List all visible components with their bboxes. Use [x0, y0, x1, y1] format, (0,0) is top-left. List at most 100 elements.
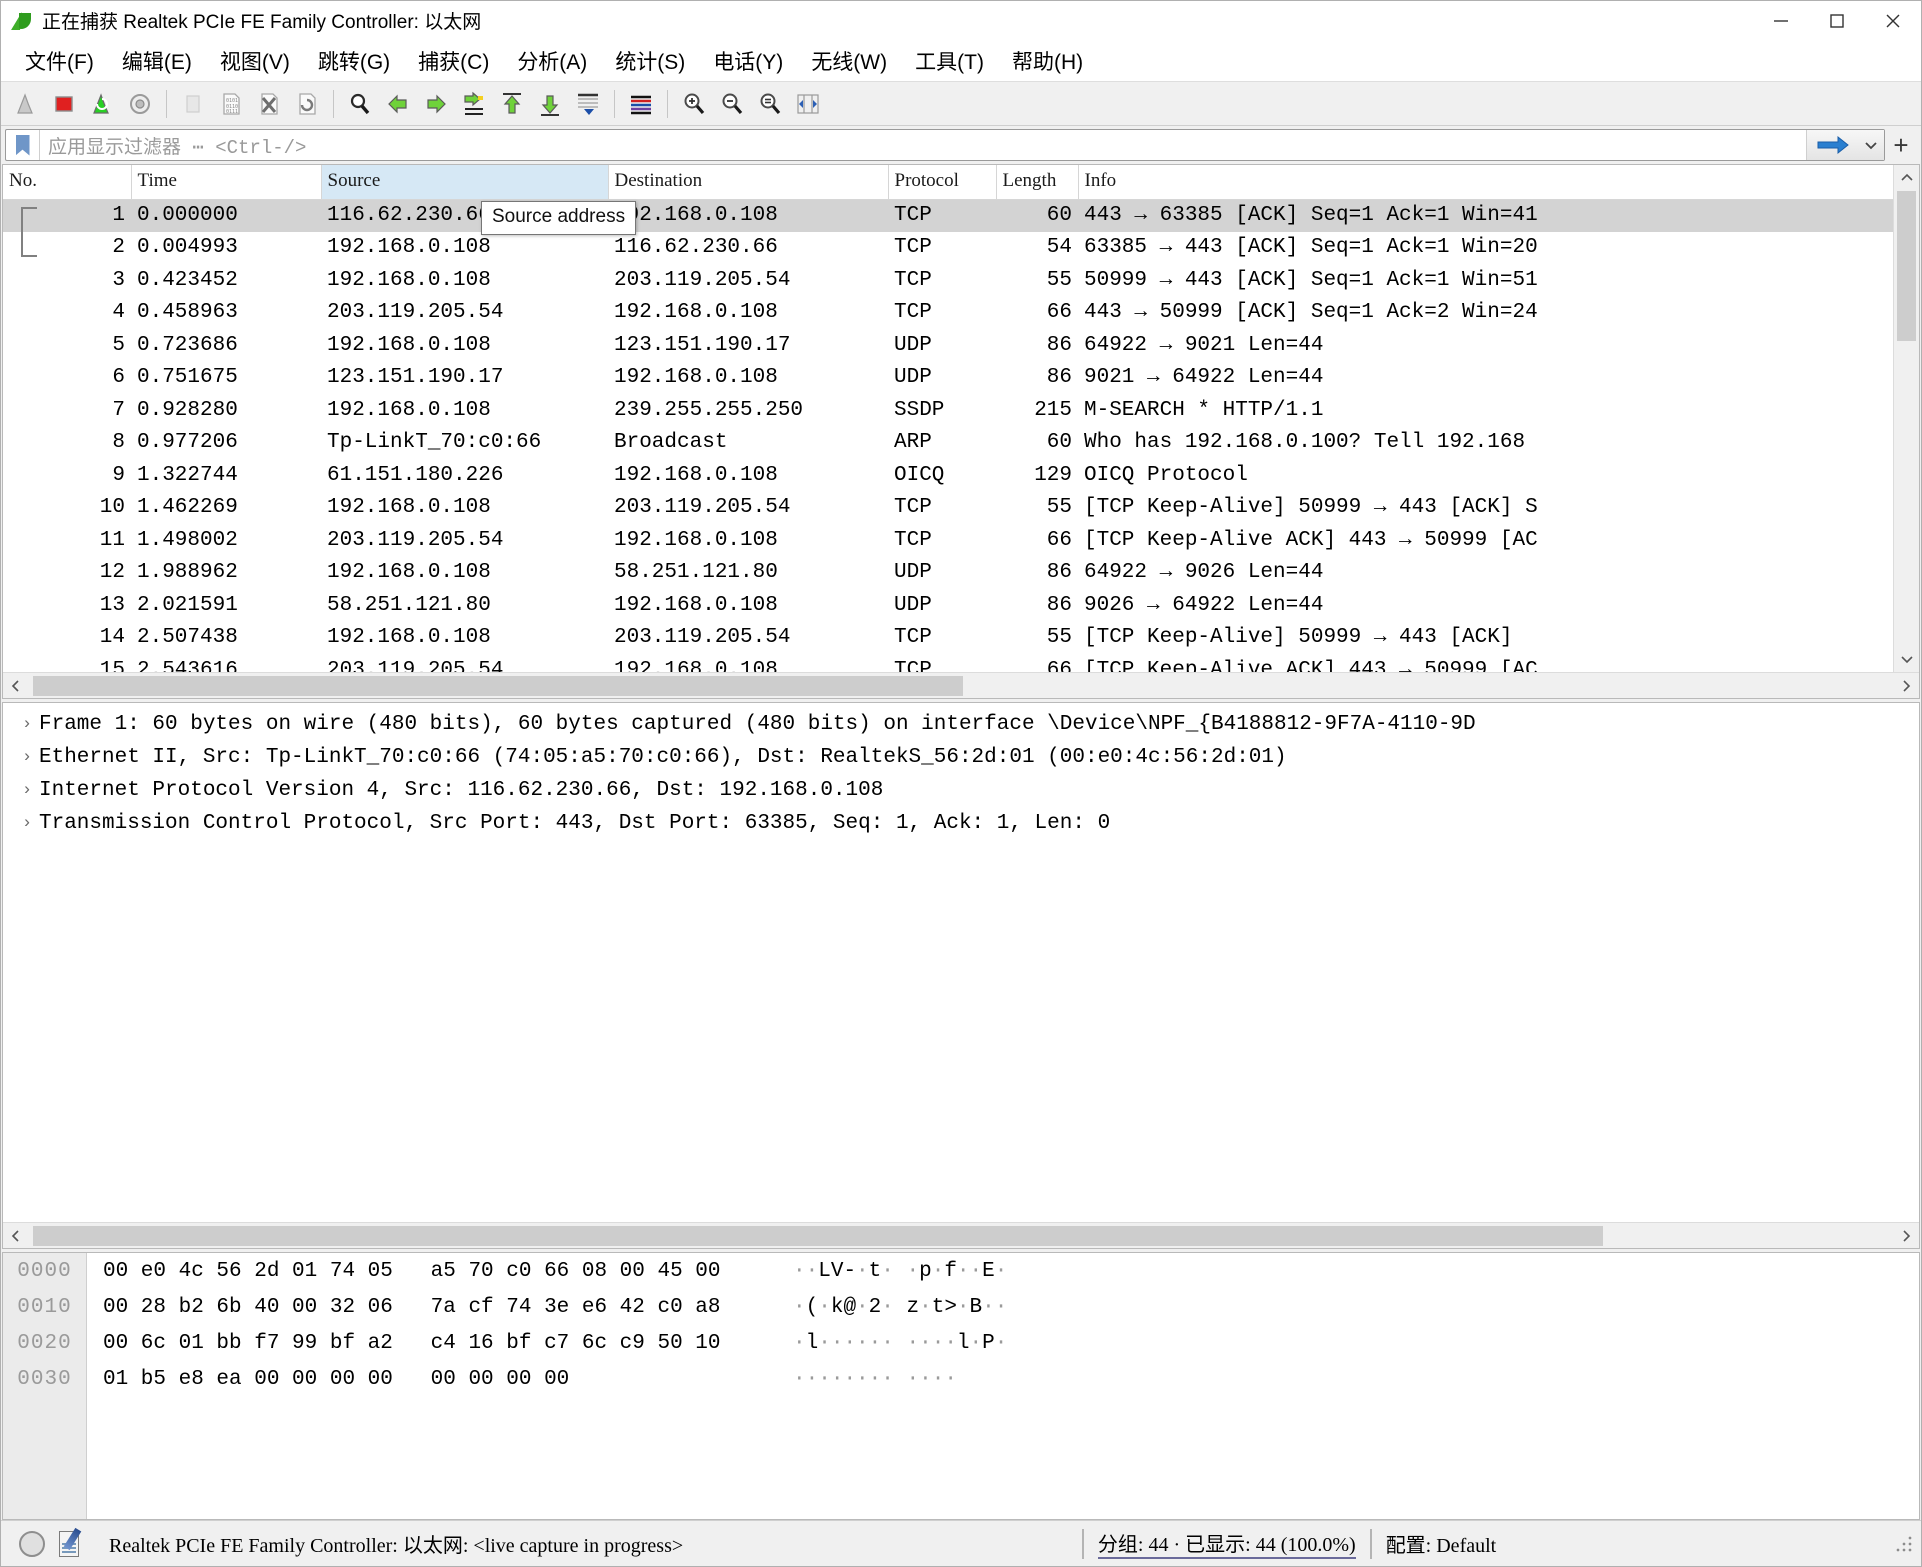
scroll-left-icon[interactable]	[3, 1223, 29, 1249]
profile-text[interactable]: 配置: Default	[1386, 1529, 1497, 1558]
scroll-left-icon[interactable]	[3, 673, 29, 699]
menu-edit[interactable]: 编辑(E)	[108, 43, 206, 79]
reload-file-icon[interactable]	[288, 85, 326, 123]
chevron-right-icon[interactable]: ›	[15, 781, 39, 800]
zoom-out-icon[interactable]	[713, 85, 751, 123]
capture-file-icon[interactable]	[59, 1527, 87, 1559]
scroll-right-icon[interactable]	[1893, 1223, 1919, 1249]
column-header-destination[interactable]: Destination	[608, 165, 889, 200]
menu-telephony[interactable]: 电话(Y)	[699, 43, 797, 79]
packet-row[interactable]: 14 2.507438 192.168.0.108 203.119.205.54 TCP…	[3, 622, 1893, 655]
column-header-time[interactable]: Time	[131, 165, 322, 200]
close-button[interactable]	[1865, 1, 1921, 41]
menu-file[interactable]: 文件(F)	[11, 43, 108, 79]
column-header-no[interactable]: No.	[3, 165, 132, 200]
detail-tree-item[interactable]: › Internet Protocol Version 4, Src: 116.6…	[3, 774, 1919, 807]
packet-row[interactable]: 8 0.977206 Tp-LinkT_70:c0:66 Broadcast ARP 60…	[3, 427, 1893, 460]
go-first-icon[interactable]	[493, 85, 531, 123]
maximize-button[interactable]	[1809, 1, 1865, 41]
restart-capture-icon[interactable]	[83, 85, 121, 123]
packet-row[interactable]: 2 0.004993 192.168.0.108 116.62.230.66 TCP 54…	[3, 232, 1893, 265]
find-packet-icon[interactable]	[341, 85, 379, 123]
go-to-packet-icon[interactable]	[455, 85, 493, 123]
vscroll-thumb[interactable]	[1897, 191, 1916, 341]
main-toolbar: 0101 0110 0111	[1, 81, 1921, 126]
go-forward-icon[interactable]	[417, 85, 455, 123]
packet-list-vscrollbar[interactable]	[1893, 165, 1919, 672]
zoom-reset-icon[interactable]	[751, 85, 789, 123]
menu-wireless[interactable]: 无线(W)	[797, 43, 901, 79]
scroll-right-icon[interactable]	[1893, 673, 1919, 699]
menu-go[interactable]: 跳转(G)	[304, 43, 404, 79]
go-last-icon[interactable]	[531, 85, 569, 123]
chevron-right-icon[interactable]: ›	[15, 715, 39, 734]
packet-row[interactable]: 10 1.462269 192.168.0.108 203.119.205.54 TCP…	[3, 492, 1893, 525]
menu-tools[interactable]: 工具(T)	[901, 43, 998, 79]
hex-dump-area[interactable]: 00 e0 4c 56 2d 01 74 05 a5 70 c0 66 08 0…	[87, 1253, 1919, 1519]
packet-no: 14	[99, 626, 125, 650]
chevron-right-icon[interactable]: ›	[15, 748, 39, 767]
colorize-icon[interactable]	[622, 85, 660, 123]
hscroll-track[interactable]	[29, 673, 1893, 699]
packet-list-hscrollbar[interactable]	[3, 672, 1919, 698]
minimize-button[interactable]	[1753, 1, 1809, 41]
menu-capture[interactable]: 捕获(C)	[404, 43, 503, 79]
plus-icon[interactable]: +	[1885, 129, 1917, 161]
resize-grip-icon[interactable]	[1895, 1533, 1915, 1554]
packet-row[interactable]: 6 0.751675 123.151.190.17 192.168.0.108 UDP 8…	[3, 362, 1893, 395]
packet-row[interactable]: 15 2.543616 203.119.205.54 192.168.0.108 TCP…	[3, 654, 1893, 672]
open-file-icon[interactable]	[174, 85, 212, 123]
column-header-protocol[interactable]: Protocol	[888, 165, 997, 200]
hex-row[interactable]: 00 6c 01 bb f7 99 bf a2 c4 16 bf c7 6c c…	[103, 1332, 1919, 1368]
close-file-icon[interactable]	[250, 85, 288, 123]
packet-row[interactable]: 12 1.988962 192.168.0.108 58.251.121.80 UDP 8…	[3, 557, 1893, 590]
menu-view[interactable]: 视图(V)	[206, 43, 304, 79]
packet-length: 129	[1034, 463, 1072, 487]
hex-row[interactable]: 00 28 b2 6b 40 00 32 06 7a cf 74 3e e6 4…	[103, 1296, 1919, 1332]
resize-columns-icon[interactable]	[789, 85, 827, 123]
detail-tree-item[interactable]: › Ethernet II, Src: Tp-LinkT_70:c0:66 (74…	[3, 741, 1919, 774]
title-bar: 正在捕获 Realtek PCIe FE Family Controller: …	[1, 1, 1921, 41]
menu-statistics[interactable]: 统计(S)	[601, 43, 699, 79]
hscroll-thumb[interactable]	[33, 1225, 1603, 1246]
hscroll-thumb[interactable]	[33, 675, 963, 696]
filter-input[interactable]: 应用显示过滤器 ⋯ <Ctrl-/>	[40, 132, 1806, 159]
capture-options-icon[interactable]	[121, 85, 159, 123]
packet-row[interactable]: 1 0.000000 116.62.230.66 192.168.0.108 TCP 60…	[3, 199, 1893, 232]
packet-details-hscrollbar[interactable]	[3, 1222, 1919, 1248]
packet-list-viewport[interactable]: No. Time Source Destination Protocol Len…	[3, 165, 1893, 672]
column-header-source[interactable]: Source	[321, 165, 609, 200]
packet-row[interactable]: 5 0.723686 192.168.0.108 123.151.190.17 UDP 8…	[3, 329, 1893, 362]
chevron-right-icon[interactable]: ›	[15, 814, 39, 833]
detail-tree-item[interactable]: › Frame 1: 60 bytes on wire (480 bits), 6…	[3, 708, 1919, 741]
save-file-icon[interactable]: 0101 0110 0111	[212, 85, 250, 123]
packet-row[interactable]: 9 1.322744 61.151.180.226 192.168.0.108 OICQ…	[3, 459, 1893, 492]
scroll-up-icon[interactable]	[1894, 165, 1919, 191]
auto-scroll-icon[interactable]	[569, 85, 607, 123]
stop-capture-icon[interactable]	[45, 85, 83, 123]
zoom-in-icon[interactable]	[675, 85, 713, 123]
packet-row[interactable]: 11 1.498002 203.119.205.54 192.168.0.108 TCP…	[3, 524, 1893, 557]
packet-row[interactable]: 13 2.021591 58.251.121.80 192.168.0.108 UDP 8…	[3, 589, 1893, 622]
scroll-down-icon[interactable]	[1894, 646, 1919, 672]
hex-row[interactable]: 00 e0 4c 56 2d 01 74 05 a5 70 c0 66 08 0…	[103, 1260, 1919, 1296]
filter-input-container[interactable]: 应用显示过滤器 ⋯ <Ctrl-/>	[5, 129, 1885, 161]
packet-row[interactable]: 3 0.423452 192.168.0.108 203.119.205.54 TCP 5…	[3, 264, 1893, 297]
vscroll-track[interactable]	[1894, 191, 1919, 646]
packet-details-tree[interactable]: › Frame 1: 60 bytes on wire (480 bits), 6…	[3, 703, 1919, 1222]
menu-help[interactable]: 帮助(H)	[998, 43, 1097, 79]
hscroll-track[interactable]	[29, 1223, 1893, 1249]
go-back-icon[interactable]	[379, 85, 417, 123]
packet-row[interactable]: 4 0.458963 203.119.205.54 192.168.0.108 TCP 6…	[3, 297, 1893, 330]
column-header-length[interactable]: Length	[996, 165, 1079, 200]
expert-info-icon[interactable]	[19, 1530, 45, 1557]
apply-filter-button[interactable]	[1806, 130, 1858, 160]
chevron-down-icon[interactable]	[1858, 130, 1884, 160]
start-capture-icon[interactable]	[7, 85, 45, 123]
detail-tree-item[interactable]: › Transmission Control Protocol, Src Port…	[3, 807, 1919, 840]
column-header-info[interactable]: Info	[1078, 165, 1893, 200]
bookmark-icon[interactable]	[6, 130, 40, 160]
menu-analyze[interactable]: 分析(A)	[503, 43, 601, 79]
packet-row[interactable]: 7 0.928280 192.168.0.108 239.255.255.250 SSD…	[3, 394, 1893, 427]
hex-row[interactable]: 01 b5 e8 ea 00 00 00 00 00 00 00 00 ·····…	[103, 1368, 1919, 1404]
